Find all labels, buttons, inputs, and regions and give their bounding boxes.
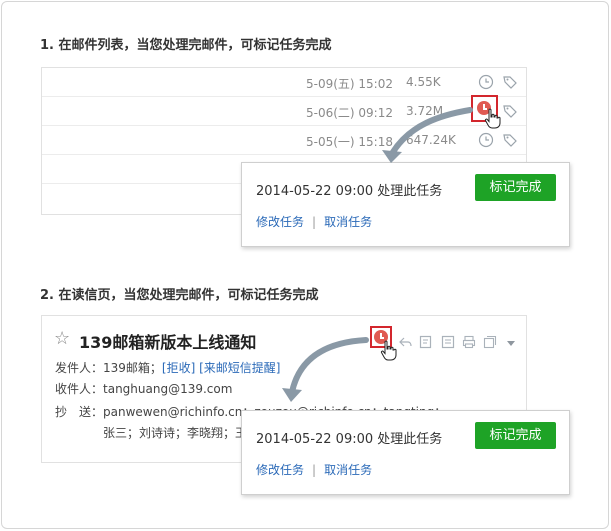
reply-icon[interactable]: [398, 335, 412, 349]
mail-date: 5-06(二) 09:12: [306, 106, 393, 120]
sender-row: 发件人：139邮箱；[拒收] [来邮短信提醒]: [55, 359, 281, 376]
section2-heading: 2. 在读信页，当您处理完邮件，可标记任务完成: [40, 288, 319, 303]
recipient-row: 收件人：tanghuang@139.com: [55, 380, 232, 397]
hand-cursor-icon: [484, 108, 501, 129]
mail-row[interactable]: 5-05(一) 15:18 647.24K: [42, 126, 526, 155]
mark-done-button[interactable]: 标记完成: [475, 174, 556, 201]
edit-task-link[interactable]: 修改任务: [256, 463, 304, 477]
mail-size: 647.24K: [406, 133, 456, 147]
popup-links: 修改任务 | 取消任务: [256, 461, 372, 478]
mail-subject: 139邮箱新版本上线通知: [79, 333, 257, 352]
cc-names: 张三；刘诗诗；李晓翔；王: [103, 426, 248, 440]
task-popup: 2014-05-22 09:00 处理此任务 标记完成 修改任务 | 取消任务: [241, 162, 570, 247]
clock-icon[interactable]: [478, 132, 494, 148]
mail-size: 4.55K: [406, 75, 441, 89]
recipient-address: tanghuang@139.com: [103, 382, 233, 396]
cc-row-continued: 张三；刘诗诗；李晓翔；王: [103, 424, 247, 441]
tag-icon[interactable]: [502, 132, 518, 148]
cc-label: 抄 送：: [55, 405, 104, 419]
edit-icon[interactable]: [419, 335, 433, 349]
cancel-task-link[interactable]: 取消任务: [324, 215, 372, 229]
recipient-label: 收件人：: [55, 382, 104, 396]
sender-name: 139邮箱；: [103, 361, 162, 375]
mail-row[interactable]: 5-06(二) 09:12 3.72M: [42, 97, 526, 126]
mail-date: 5-05(一) 15:18: [306, 135, 393, 149]
note-icon[interactable]: [441, 335, 455, 349]
hand-cursor-icon: [380, 340, 397, 361]
window-icon[interactable]: [483, 335, 497, 349]
clock-icon[interactable]: [478, 74, 494, 90]
task-popup: 2014-05-22 09:00 处理此任务 标记完成 修改任务 | 取消任务: [241, 410, 570, 495]
mark-done-button[interactable]: 标记完成: [475, 422, 556, 449]
mail-size: 3.72M: [406, 104, 444, 118]
print-icon[interactable]: [462, 335, 476, 349]
popup-links: 修改任务 | 取消任务: [256, 213, 372, 230]
task-time-text: 2014-05-22 09:00 处理此任务: [256, 184, 443, 199]
cancel-task-link[interactable]: 取消任务: [324, 463, 372, 477]
section1-heading: 1. 在邮件列表，当您处理完邮件，可标记任务完成: [40, 38, 332, 53]
task-time-text: 2014-05-22 09:00 处理此任务: [256, 432, 443, 447]
link-separator: |: [312, 463, 317, 477]
link-separator: |: [312, 215, 317, 229]
sender-label: 发件人：: [55, 361, 104, 375]
mail-row[interactable]: 5-09(五) 15:02 4.55K: [42, 68, 526, 97]
tag-icon[interactable]: [502, 74, 518, 90]
star-icon[interactable]: ☆: [54, 328, 70, 349]
edit-task-link[interactable]: 修改任务: [256, 215, 304, 229]
mail-date: 5-09(五) 15:02: [306, 77, 393, 91]
chevron-down-icon[interactable]: [504, 337, 518, 351]
reject-link[interactable]: [拒收]: [162, 361, 195, 375]
tag-icon[interactable]: [502, 103, 518, 119]
sms-alert-link[interactable]: [来邮短信提醒]: [199, 361, 280, 375]
